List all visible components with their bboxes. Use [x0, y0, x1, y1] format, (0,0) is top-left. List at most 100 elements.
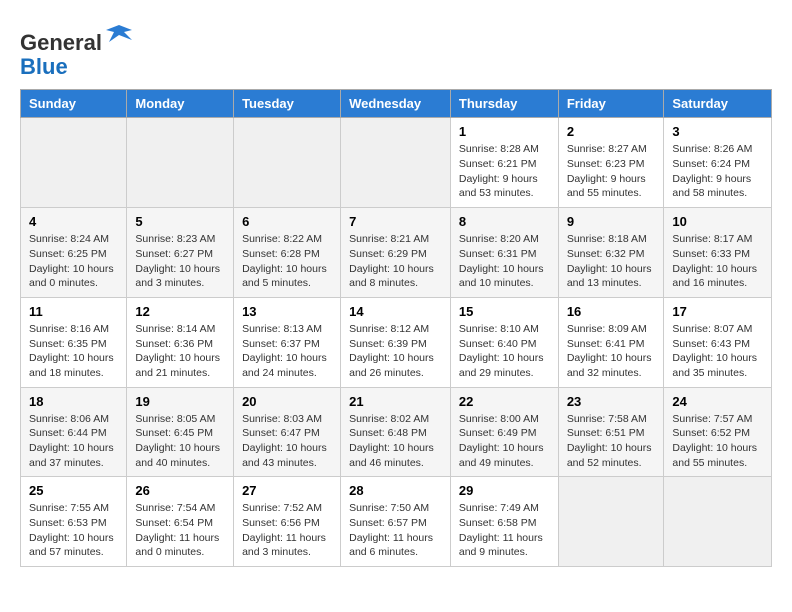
- calendar-cell: 8Sunrise: 8:20 AMSunset: 6:31 PMDaylight…: [450, 208, 558, 298]
- calendar-cell: 18 Sunrise: 8:06 AMSunset: 6:44 PMDayligh…: [21, 387, 127, 477]
- logo-bird-icon: [104, 20, 134, 50]
- day-number: 23: [567, 394, 656, 409]
- day-header-friday: Friday: [558, 90, 664, 118]
- day-number: 1: [459, 124, 550, 139]
- calendar-cell: 29 Sunrise: 7:49 AMSunset: 6:58 PMDayligh…: [450, 477, 558, 567]
- calendar-cell: 17 Sunrise: 8:07 AMSunset: 6:43 PMDayligh…: [664, 297, 772, 387]
- calendar-table: SundayMondayTuesdayWednesdayThursdayFrid…: [20, 89, 772, 567]
- calendar-week-row: 25 Sunrise: 7:55 AMSunset: 6:53 PMDayligh…: [21, 477, 772, 567]
- day-info: Sunrise: 7:50 AMSunset: 6:57 PMDaylight:…: [349, 501, 442, 560]
- day-info: Sunrise: 8:28 AMSunset: 6:21 PMDaylight:…: [459, 142, 550, 201]
- day-info: Sunrise: 8:22 AMSunset: 6:28 PMDaylight:…: [242, 232, 332, 291]
- day-info: Sunrise: 8:27 AMSunset: 6:23 PMDaylight:…: [567, 142, 656, 201]
- day-info: Sunrise: 7:57 AMSunset: 6:52 PMDaylight:…: [672, 412, 763, 471]
- day-info: Sunrise: 8:18 AMSunset: 6:32 PMDaylight:…: [567, 232, 656, 291]
- day-info: Sunrise: 8:03 AMSunset: 6:47 PMDaylight:…: [242, 412, 332, 471]
- day-info: Sunrise: 8:17 AMSunset: 6:33 PMDaylight:…: [672, 232, 763, 291]
- day-info: Sunrise: 8:16 AMSunset: 6:35 PMDaylight:…: [29, 322, 118, 381]
- calendar-cell: 24 Sunrise: 7:57 AMSunset: 6:52 PMDayligh…: [664, 387, 772, 477]
- day-number: 18: [29, 394, 118, 409]
- logo-blue: Blue: [20, 54, 68, 79]
- calendar-cell: 4 Sunrise: 8:24 AMSunset: 6:25 PMDaylight…: [21, 208, 127, 298]
- day-info: Sunrise: 8:24 AMSunset: 6:25 PMDaylight:…: [29, 232, 118, 291]
- day-info: Sunrise: 8:23 AMSunset: 6:27 PMDaylight:…: [135, 232, 225, 291]
- day-number: 10: [672, 214, 763, 229]
- day-number: 12: [135, 304, 225, 319]
- calendar-cell: 6 Sunrise: 8:22 AMSunset: 6:28 PMDaylight…: [234, 208, 341, 298]
- day-number: 9: [567, 214, 656, 229]
- day-info: Sunrise: 7:54 AMSunset: 6:54 PMDaylight:…: [135, 501, 225, 560]
- day-header-sunday: Sunday: [21, 90, 127, 118]
- day-info: Sunrise: 8:09 AMSunset: 6:41 PMDaylight:…: [567, 322, 656, 381]
- day-header-monday: Monday: [127, 90, 234, 118]
- day-info: Sunrise: 8:13 AMSunset: 6:37 PMDaylight:…: [242, 322, 332, 381]
- calendar-cell: [127, 118, 234, 208]
- day-number: 7: [349, 214, 442, 229]
- calendar-cell: 5 Sunrise: 8:23 AMSunset: 6:27 PMDaylight…: [127, 208, 234, 298]
- day-number: 13: [242, 304, 332, 319]
- day-info: Sunrise: 7:55 AMSunset: 6:53 PMDaylight:…: [29, 501, 118, 560]
- calendar-cell: 16 Sunrise: 8:09 AMSunset: 6:41 PMDayligh…: [558, 297, 664, 387]
- day-number: 3: [672, 124, 763, 139]
- day-number: 2: [567, 124, 656, 139]
- day-number: 21: [349, 394, 442, 409]
- day-info: Sunrise: 8:26 AMSunset: 6:24 PMDaylight:…: [672, 142, 763, 201]
- day-header-tuesday: Tuesday: [234, 90, 341, 118]
- day-info: Sunrise: 8:21 AMSunset: 6:29 PMDaylight:…: [349, 232, 442, 291]
- calendar-cell: 3 Sunrise: 8:26 AMSunset: 6:24 PMDaylight…: [664, 118, 772, 208]
- calendar-week-row: 4 Sunrise: 8:24 AMSunset: 6:25 PMDaylight…: [21, 208, 772, 298]
- calendar-cell: 15Sunrise: 8:10 AMSunset: 6:40 PMDayligh…: [450, 297, 558, 387]
- day-header-saturday: Saturday: [664, 90, 772, 118]
- logo: General Blue: [20, 20, 134, 79]
- day-number: 27: [242, 483, 332, 498]
- calendar-cell: [341, 118, 451, 208]
- calendar-cell: 19 Sunrise: 8:05 AMSunset: 6:45 PMDayligh…: [127, 387, 234, 477]
- day-info: Sunrise: 7:49 AMSunset: 6:58 PMDaylight:…: [459, 501, 550, 560]
- calendar-cell: 20 Sunrise: 8:03 AMSunset: 6:47 PMDayligh…: [234, 387, 341, 477]
- calendar-week-row: 1 Sunrise: 8:28 AMSunset: 6:21 PMDaylight…: [21, 118, 772, 208]
- day-number: 29: [459, 483, 550, 498]
- calendar-cell: [558, 477, 664, 567]
- day-number: 5: [135, 214, 225, 229]
- calendar-cell: 1 Sunrise: 8:28 AMSunset: 6:21 PMDaylight…: [450, 118, 558, 208]
- header: General Blue: [20, 20, 772, 79]
- calendar-header-row: SundayMondayTuesdayWednesdayThursdayFrid…: [21, 90, 772, 118]
- calendar-cell: 28Sunrise: 7:50 AMSunset: 6:57 PMDayligh…: [341, 477, 451, 567]
- day-info: Sunrise: 7:58 AMSunset: 6:51 PMDaylight:…: [567, 412, 656, 471]
- day-info: Sunrise: 8:02 AMSunset: 6:48 PMDaylight:…: [349, 412, 442, 471]
- calendar-cell: 26Sunrise: 7:54 AMSunset: 6:54 PMDayligh…: [127, 477, 234, 567]
- day-number: 4: [29, 214, 118, 229]
- calendar-cell: [21, 118, 127, 208]
- calendar-cell: 12Sunrise: 8:14 AMSunset: 6:36 PMDayligh…: [127, 297, 234, 387]
- logo-text: General Blue: [20, 20, 134, 79]
- day-number: 14: [349, 304, 442, 319]
- day-info: Sunrise: 8:10 AMSunset: 6:40 PMDaylight:…: [459, 322, 550, 381]
- day-info: Sunrise: 8:05 AMSunset: 6:45 PMDaylight:…: [135, 412, 225, 471]
- day-info: Sunrise: 7:52 AMSunset: 6:56 PMDaylight:…: [242, 501, 332, 560]
- calendar-cell: 11 Sunrise: 8:16 AMSunset: 6:35 PMDayligh…: [21, 297, 127, 387]
- calendar-cell: 2 Sunrise: 8:27 AMSunset: 6:23 PMDaylight…: [558, 118, 664, 208]
- day-number: 6: [242, 214, 332, 229]
- day-header-wednesday: Wednesday: [341, 90, 451, 118]
- day-info: Sunrise: 8:07 AMSunset: 6:43 PMDaylight:…: [672, 322, 763, 381]
- day-number: 24: [672, 394, 763, 409]
- day-number: 11: [29, 304, 118, 319]
- calendar-cell: 7 Sunrise: 8:21 AMSunset: 6:29 PMDaylight…: [341, 208, 451, 298]
- day-header-thursday: Thursday: [450, 90, 558, 118]
- day-number: 8: [459, 214, 550, 229]
- day-number: 25: [29, 483, 118, 498]
- day-info: Sunrise: 8:00 AMSunset: 6:49 PMDaylight:…: [459, 412, 550, 471]
- calendar-cell: 9 Sunrise: 8:18 AMSunset: 6:32 PMDaylight…: [558, 208, 664, 298]
- day-info: Sunrise: 8:12 AMSunset: 6:39 PMDaylight:…: [349, 322, 442, 381]
- calendar-cell: 27 Sunrise: 7:52 AMSunset: 6:56 PMDayligh…: [234, 477, 341, 567]
- calendar-cell: 23 Sunrise: 7:58 AMSunset: 6:51 PMDayligh…: [558, 387, 664, 477]
- day-number: 20: [242, 394, 332, 409]
- calendar-cell: 21 Sunrise: 8:02 AMSunset: 6:48 PMDayligh…: [341, 387, 451, 477]
- calendar-week-row: 11 Sunrise: 8:16 AMSunset: 6:35 PMDayligh…: [21, 297, 772, 387]
- logo-general: General: [20, 30, 102, 55]
- day-number: 17: [672, 304, 763, 319]
- day-number: 19: [135, 394, 225, 409]
- day-number: 16: [567, 304, 656, 319]
- day-info: Sunrise: 8:06 AMSunset: 6:44 PMDaylight:…: [29, 412, 118, 471]
- calendar-cell: [234, 118, 341, 208]
